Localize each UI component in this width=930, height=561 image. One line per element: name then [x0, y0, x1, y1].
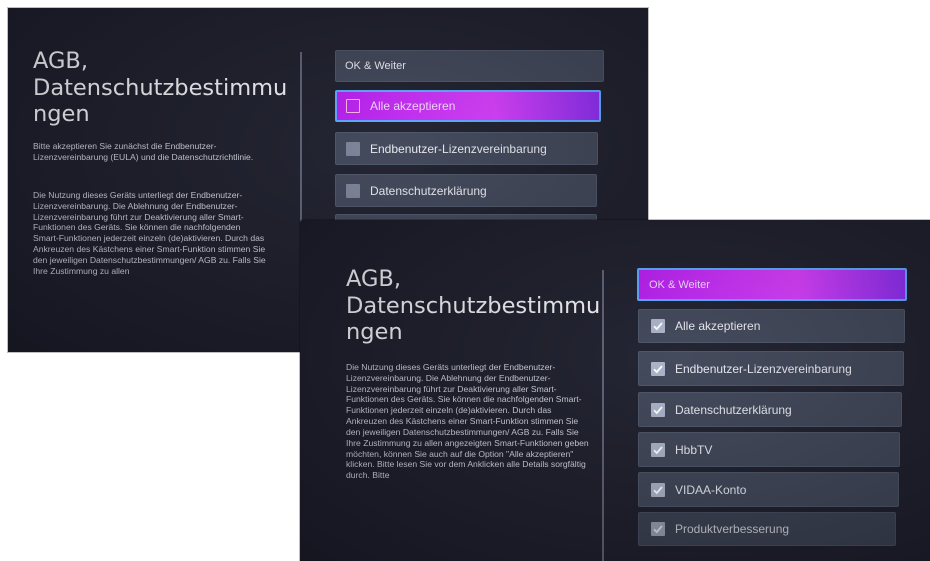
accept-all-label: Alle akzeptieren: [675, 319, 761, 333]
tv-screen-second: AGB, Datenschutzbestimmu ngen Die Nutzun…: [300, 220, 930, 561]
checked-checkbox-icon[interactable]: [651, 442, 665, 457]
product-improvement-option[interactable]: Produktverbesserung: [638, 512, 896, 546]
terms-description: Die Nutzung dieses Geräts unterliegt der…: [346, 362, 589, 481]
accept-all-option[interactable]: Alle akzeptieren: [335, 90, 601, 122]
checked-checkbox-icon[interactable]: [651, 482, 665, 497]
privacy-label: Datenschutzerklärung: [675, 402, 792, 417]
eula-label: Endbenutzer-Lizenzvereinbarung: [675, 361, 852, 376]
intro-text: Bitte akzeptieren Sie zunächst die Endbe…: [33, 141, 254, 162]
unchecked-checkbox-icon[interactable]: [346, 183, 360, 198]
vidaa-account-label: VIDAA-Konto: [675, 482, 747, 497]
eula-label: Endbenutzer-Lizenzvereinbarung: [370, 141, 547, 156]
hbbtv-label: HbbTV: [675, 442, 713, 457]
checked-checkbox-icon[interactable]: [651, 319, 665, 333]
vidaa-account-option[interactable]: VIDAA-Konto: [638, 472, 899, 507]
page-title: AGB, Datenschutzbestimmu ngen: [33, 48, 288, 128]
accept-all-option[interactable]: Alle akzeptieren: [638, 309, 905, 343]
privacy-option[interactable]: Datenschutzerklärung: [335, 174, 597, 207]
page-title: AGB, Datenschutzbestimmu ngen: [346, 266, 601, 346]
product-improvement-label: Produktverbesserung: [675, 522, 790, 536]
hbbtv-option[interactable]: HbbTV: [638, 432, 900, 467]
checked-checkbox-icon[interactable]: [651, 402, 665, 417]
ok-continue-label: OK & Weiter: [345, 60, 406, 72]
unchecked-checkbox-icon[interactable]: [346, 141, 360, 156]
ok-continue-label: OK & Weiter: [649, 278, 710, 291]
privacy-option[interactable]: Datenschutzerklärung: [638, 392, 902, 427]
privacy-label: Datenschutzerklärung: [370, 183, 487, 198]
eula-option[interactable]: Endbenutzer-Lizenzvereinbarung: [335, 132, 598, 165]
eula-option[interactable]: Endbenutzer-Lizenzvereinbarung: [638, 351, 904, 386]
ok-continue-button[interactable]: OK & Weiter: [637, 268, 907, 301]
vertical-divider: [602, 270, 604, 561]
unchecked-checkbox-icon[interactable]: [346, 99, 360, 113]
checked-checkbox-icon[interactable]: [651, 522, 665, 536]
checked-checkbox-icon[interactable]: [651, 361, 665, 376]
accept-all-label: Alle akzeptieren: [370, 99, 456, 113]
ok-continue-button[interactable]: OK & Weiter: [335, 50, 604, 82]
terms-description: Die Nutzung dieses Geräts unterliegt der…: [33, 190, 266, 276]
